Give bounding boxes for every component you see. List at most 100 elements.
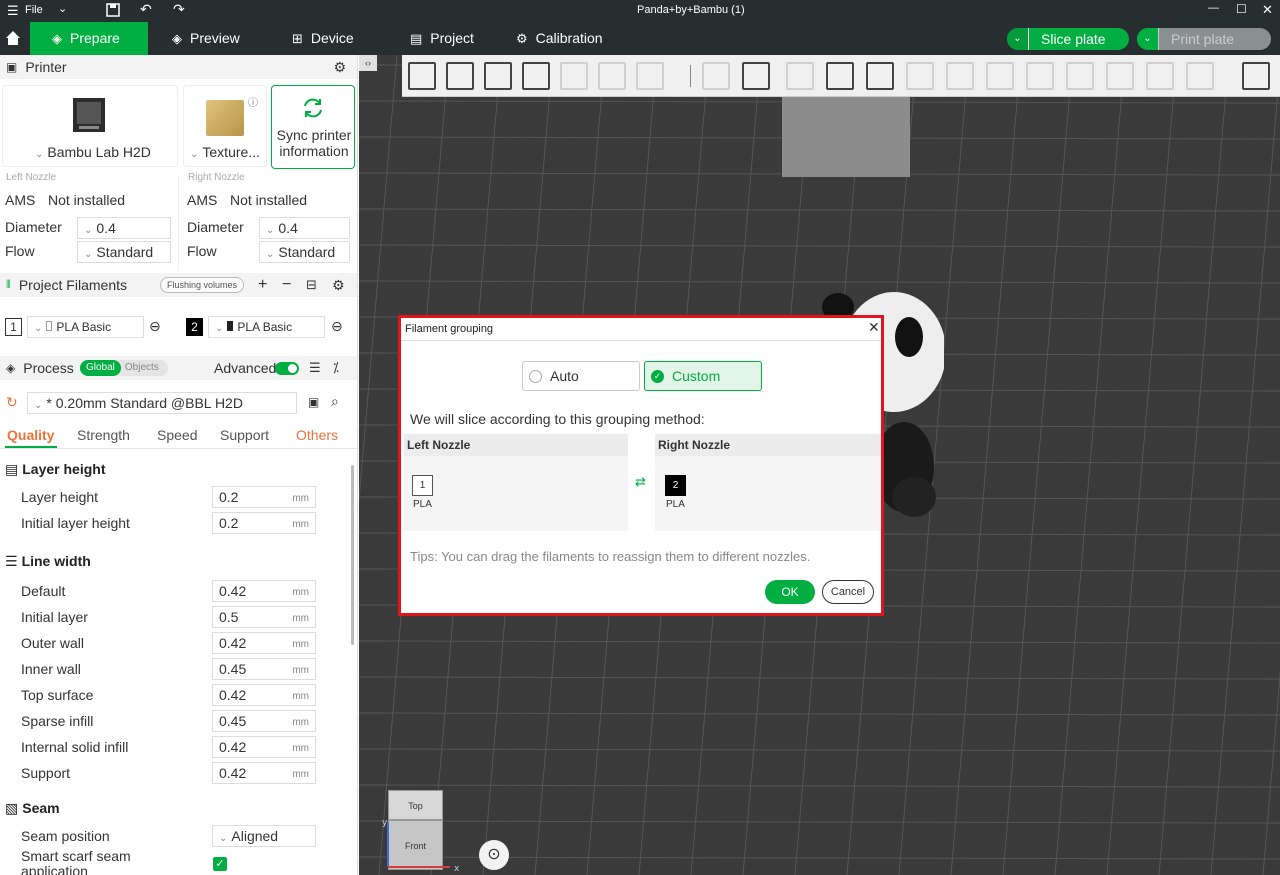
filament-1-select[interactable]: ⌄ PLA Basic xyxy=(27,316,144,338)
tab-quality[interactable]: Quality xyxy=(7,427,54,443)
chevron-down-icon[interactable]: ⌄ xyxy=(1137,28,1159,50)
seam-paint-icon[interactable] xyxy=(946,62,974,90)
split-view-icon[interactable] xyxy=(1242,62,1270,90)
process-preset-select[interactable]: ⌄ * 0.20mm Standard @BBL H2D xyxy=(27,392,297,414)
search-icon[interactable]: ⌕ xyxy=(331,393,339,410)
reset-icon[interactable]: ↻ xyxy=(6,394,18,411)
initial-layer-height-input[interactable]: 0.2 mm xyxy=(212,512,316,534)
line-width-input[interactable]: 0.42 mm xyxy=(212,684,316,706)
file-menu[interactable]: File xyxy=(25,4,43,16)
list-view-icon[interactable]: ☰ xyxy=(309,360,321,376)
line-width-input[interactable]: 0.42 mm xyxy=(212,762,316,784)
arrange-icon[interactable] xyxy=(522,62,550,90)
filament-settings-gear-icon[interactable]: ⚙ xyxy=(332,277,345,294)
rotate-icon[interactable] xyxy=(742,62,770,90)
line-width-input[interactable]: 0.5 mm xyxy=(212,606,316,628)
home-icon[interactable] xyxy=(4,29,22,47)
plate-card[interactable]: ⓘ ⌄ Texture... xyxy=(183,85,267,167)
filament-2-select[interactable]: ⌄ PLA Basic xyxy=(208,316,325,338)
dialog-close-icon[interactable]: ✕ xyxy=(868,319,880,336)
slice-plate-button[interactable]: ⌄ Slice plate xyxy=(1007,28,1129,50)
move-icon[interactable] xyxy=(702,62,730,90)
measure-icon[interactable] xyxy=(1106,62,1134,90)
line-width-input[interactable]: 0.42 mm xyxy=(212,580,316,602)
advanced-toggle[interactable] xyxy=(275,362,299,375)
save-icon[interactable] xyxy=(106,3,120,17)
redo-icon[interactable]: ↷ xyxy=(173,1,185,18)
panel-scrollbar[interactable] xyxy=(351,465,354,645)
copy-icon[interactable] xyxy=(560,62,588,90)
tab-prepare[interactable]: ◈ Prepare xyxy=(30,22,148,55)
seam-position-select[interactable]: ⌄ Aligned xyxy=(212,825,316,847)
add-filament-icon[interactable]: + xyxy=(258,276,267,294)
tab-others[interactable]: Others xyxy=(296,427,338,443)
line-width-input[interactable]: 0.42 mm xyxy=(212,632,316,654)
printer-settings-gear-icon[interactable]: ⚙ xyxy=(333,59,346,76)
info-icon[interactable]: ⓘ xyxy=(248,94,258,109)
line-width-input[interactable]: 0.42 mm xyxy=(212,736,316,758)
chevron-down-icon[interactable]: ⌄ xyxy=(58,2,67,15)
chevron-down-icon[interactable]: ⌄ xyxy=(1007,28,1029,50)
auto-option[interactable]: Auto xyxy=(522,361,640,391)
printer-card[interactable]: ⌄ Bambu Lab H2D xyxy=(2,85,178,167)
flushing-volumes-button[interactable]: Flushing volumes xyxy=(160,277,245,293)
filament-slot-1[interactable]: 1 xyxy=(5,318,22,336)
left-diameter-select[interactable]: ⌄ 0.4 xyxy=(77,217,171,239)
hamburger-menu-icon[interactable]: ☰ xyxy=(7,3,19,19)
smart-scarf-checkbox[interactable]: ✓ xyxy=(213,857,227,871)
global-option[interactable]: Global xyxy=(80,360,121,376)
layers-view-icon[interactable] xyxy=(636,62,664,90)
color-paint-icon[interactable] xyxy=(1066,62,1094,90)
left-flow-select[interactable]: ⌄ Standard xyxy=(77,241,171,263)
collapse-panel-icon[interactable]: ‹› xyxy=(359,55,377,71)
support-paint-icon[interactable] xyxy=(906,62,934,90)
tab-support[interactable]: Support xyxy=(220,427,269,443)
filament-slot-2[interactable]: 2 xyxy=(186,318,203,336)
objects-option[interactable]: Objects xyxy=(121,360,163,376)
tab-speed[interactable]: Speed xyxy=(157,427,197,443)
add-plate-icon[interactable] xyxy=(446,62,474,90)
auto-orient-icon[interactable] xyxy=(484,62,512,90)
paste-icon[interactable] xyxy=(598,62,626,90)
filament-1-more-icon[interactable]: ⊖ xyxy=(149,318,161,335)
right-nozzle-box[interactable]: Right Nozzle 2 PLA xyxy=(655,434,881,531)
filament-2-more-icon[interactable]: ⊖ xyxy=(331,318,343,335)
lay-on-face-icon[interactable] xyxy=(826,62,854,90)
global-objects-toggle[interactable]: Global Objects xyxy=(80,360,168,376)
ok-button[interactable]: OK xyxy=(765,580,815,604)
line-width-input[interactable]: 0.45 mm xyxy=(212,658,316,680)
custom-option[interactable]: ✓ Custom xyxy=(644,361,762,391)
right-flow-select[interactable]: ⌄ Standard xyxy=(259,241,350,263)
sync-printer-button[interactable]: Sync printer information xyxy=(271,85,355,169)
scale-icon[interactable] xyxy=(786,62,814,90)
text-icon[interactable] xyxy=(1026,62,1054,90)
camera-reset-icon[interactable]: ⊙ xyxy=(479,840,509,870)
fuzzy-icon[interactable] xyxy=(986,62,1014,90)
tab-project[interactable]: ▤ Project xyxy=(410,22,474,55)
filament-chip-2[interactable]: 2 xyxy=(665,475,686,496)
tab-preview[interactable]: ◈ Preview xyxy=(172,22,240,55)
remove-filament-icon[interactable]: − xyxy=(282,276,291,294)
maximize-icon[interactable]: ☐ xyxy=(1236,2,1247,16)
right-diameter-select[interactable]: ⌄ 0.4 xyxy=(259,217,350,239)
swap-nozzles-icon[interactable]: ⇄ xyxy=(635,474,646,490)
assembly-icon[interactable] xyxy=(1146,62,1174,90)
left-nozzle-box[interactable]: Left Nozzle 1 PLA xyxy=(404,434,628,531)
boolean-icon[interactable] xyxy=(1186,62,1214,90)
print-plate-button[interactable]: ⌄ Print plate xyxy=(1137,28,1271,50)
add-object-icon[interactable] xyxy=(408,62,436,90)
compare-icon[interactable]: ⁒ xyxy=(333,360,339,376)
minimize-icon[interactable]: — xyxy=(1208,2,1219,14)
tab-strength[interactable]: Strength xyxy=(77,427,130,443)
undo-icon[interactable]: ↶ xyxy=(140,1,152,18)
cut-icon[interactable] xyxy=(866,62,894,90)
cancel-button[interactable]: Cancel xyxy=(822,580,874,604)
tab-device[interactable]: ⊞ Device xyxy=(292,22,354,55)
save-preset-icon[interactable]: ▣ xyxy=(308,395,319,409)
line-width-input[interactable]: 0.45 mm xyxy=(212,710,316,732)
layer-height-input[interactable]: 0.2 mm xyxy=(212,486,316,508)
filament-sync-icon[interactable]: ⊟ xyxy=(306,277,317,293)
filament-chip-1[interactable]: 1 xyxy=(412,475,433,496)
tab-calibration[interactable]: ⚙ Calibration xyxy=(516,22,603,55)
close-window-icon[interactable]: ✕ xyxy=(1262,2,1273,18)
